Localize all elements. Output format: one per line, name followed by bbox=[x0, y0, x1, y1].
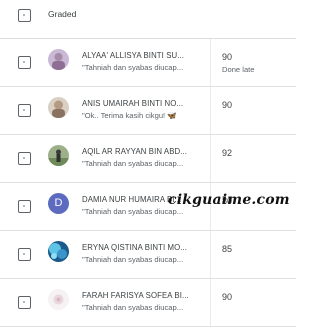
column-divider bbox=[210, 231, 211, 278]
student-avatar bbox=[48, 49, 69, 70]
grade-value[interactable]: 90 bbox=[222, 292, 232, 302]
column-divider bbox=[210, 135, 211, 182]
private-comment: "Tahniah dan syabas diucap... bbox=[82, 63, 184, 72]
row-checkbox[interactable] bbox=[18, 152, 31, 165]
graded-section-label: Graded bbox=[48, 9, 77, 19]
student-avatar bbox=[48, 97, 69, 118]
grade-value[interactable]: 92 bbox=[222, 148, 232, 158]
submission-status: Done late bbox=[222, 65, 255, 74]
row-checkbox[interactable] bbox=[18, 104, 31, 117]
select-all-checkbox[interactable] bbox=[18, 9, 31, 22]
student-row[interactable]: ANIS UMAIRAH BINTI NO... "Ok.. Terima ka… bbox=[0, 87, 296, 135]
student-avatar bbox=[48, 145, 69, 166]
private-comment: "Tahniah dan syabas diucap... bbox=[82, 255, 184, 264]
watermark-text: cikguaime.com bbox=[168, 192, 290, 208]
grade-value[interactable]: 90 bbox=[222, 100, 232, 110]
student-row[interactable]: ALYAA' ALLISYA BINTI SU... "Tahniah dan … bbox=[0, 39, 296, 87]
student-avatar: D bbox=[48, 193, 69, 214]
private-comment: "Tahniah dan syabas diucap... bbox=[82, 159, 184, 168]
student-name[interactable]: ANIS UMAIRAH BINTI NO... bbox=[82, 99, 206, 108]
student-avatar bbox=[48, 289, 69, 310]
student-row[interactable]: ERYNA QISTINA BINTI MO... "Tahniah dan s… bbox=[0, 231, 296, 279]
private-comment: "Ok.. Terima kasih cikgu! 🦋 bbox=[82, 111, 177, 120]
student-name[interactable]: ALYAA' ALLISYA BINTI SU... bbox=[82, 51, 206, 60]
student-name[interactable]: FARAH FARISYA SOFEA BI... bbox=[82, 291, 206, 300]
student-row[interactable]: AQIL AR RAYYAN BIN ABD... "Tahniah dan s… bbox=[0, 135, 296, 183]
student-name[interactable]: ERYNA QISTINA BINTI MO... bbox=[82, 243, 206, 252]
row-checkbox[interactable] bbox=[18, 56, 31, 69]
column-divider bbox=[210, 279, 211, 326]
column-divider bbox=[210, 87, 211, 134]
grade-value[interactable]: 85 bbox=[222, 244, 232, 254]
private-comment: "Tahniah dan syabas diucap... bbox=[82, 303, 184, 312]
row-checkbox[interactable] bbox=[18, 248, 31, 261]
column-divider bbox=[210, 39, 211, 86]
row-checkbox[interactable] bbox=[18, 200, 31, 213]
grade-value[interactable]: 90 bbox=[222, 52, 232, 62]
student-name[interactable]: AQIL AR RAYYAN BIN ABD... bbox=[82, 147, 206, 156]
list-header: Graded bbox=[0, 0, 296, 39]
row-checkbox[interactable] bbox=[18, 296, 31, 309]
private-comment: "Tahniah dan syabas diucap... bbox=[82, 207, 184, 216]
student-avatar bbox=[48, 241, 69, 262]
